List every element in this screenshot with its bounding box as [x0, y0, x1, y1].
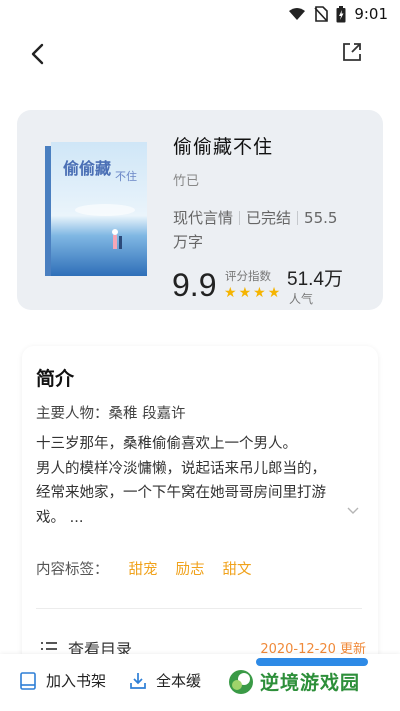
watermark: 逆境游戏园: [228, 668, 360, 695]
add-to-shelf-button[interactable]: 加入书架: [18, 670, 106, 691]
wifi-icon: [289, 8, 306, 20]
main-characters: 主要人物：桑稚 段嘉许: [36, 406, 186, 422]
book-cover[interactable]: 偷偷藏 不住: [45, 140, 149, 280]
back-arrow-icon[interactable]: [26, 42, 50, 66]
synopsis-line: 男人的模样冷淡慵懒，说起话来吊儿郎当的，: [36, 460, 326, 477]
download-icon: [130, 672, 146, 689]
status-bar: 9:01: [0, 0, 400, 28]
score-label: 评分指数: [225, 269, 271, 283]
tag-item[interactable]: 甜宠: [129, 558, 158, 579]
popularity-label: 人气: [289, 292, 314, 306]
intro-card: 简介 主要人物：桑稚 段嘉许 十三岁那年，桑稚偷偷喜欢上一个男人。 男人的模样冷…: [22, 346, 378, 676]
book-author[interactable]: 竹已: [173, 170, 199, 189]
watermark-text: 逆境游戏园: [260, 672, 361, 694]
read-now-button[interactable]: [256, 658, 368, 666]
cover-title: 偷偷藏: [63, 159, 111, 178]
book-word-count-unit: 万字: [173, 233, 204, 251]
synopsis-line: 戏。 ...: [36, 509, 84, 526]
watermark-logo-icon: [229, 669, 253, 694]
popularity-value: 51.4万: [287, 269, 343, 290]
book-word-count: 55.5: [304, 209, 338, 227]
star-icon: ★: [253, 285, 266, 301]
svg-text:不住: 不住: [115, 169, 137, 183]
expand-chevron-icon[interactable]: [346, 506, 360, 516]
star-icon: ★: [238, 285, 252, 301]
top-bar: [0, 30, 400, 78]
divider: [36, 608, 362, 609]
synopsis-line: 经常来她家，一个下午窝在她哥哥房间里打游: [36, 485, 326, 501]
book-genre: 现代言情: [173, 209, 234, 227]
no-sim-icon: [314, 6, 329, 22]
book-info-card: 偷偷藏 不住 偷偷藏不住 竹已 现代言情 已完结 55.5 万字 9.9 评分指数 ★…: [17, 110, 383, 310]
battery-icon: [336, 5, 346, 22]
book-meta: 现代言情 已完结 55.5 万字: [173, 206, 369, 254]
tag-item[interactable]: 励志: [176, 558, 205, 579]
star-rating: ★ ★ ★ ★: [224, 286, 280, 300]
tags-row: 内容标签： 甜宠 励志 甜文: [36, 558, 270, 579]
download-all-button[interactable]: 全本缓: [128, 670, 201, 691]
share-icon[interactable]: [340, 40, 364, 64]
book-status: 已完结: [246, 209, 292, 227]
download-all-label: 全本缓: [156, 672, 202, 690]
score-value: 9.9: [172, 267, 217, 303]
add-to-shelf-label: 加入书架: [46, 672, 107, 690]
book-title: 偷偷藏不住: [173, 136, 274, 158]
bookshelf-icon: [20, 671, 36, 690]
synopsis-line: 十三岁那年，桑稚偷偷喜欢上一个男人。: [36, 436, 297, 452]
tags-label: 内容标签：: [36, 562, 109, 578]
star-icon: ★: [224, 285, 237, 301]
status-time: 9:01: [354, 5, 388, 23]
intro-title: 简介: [36, 368, 75, 390]
bottom-bar: 加入书架 全本缓 逆境游戏园: [0, 654, 400, 711]
synopsis[interactable]: 十三岁那年，桑稚偷偷喜欢上一个男人。 男人的模样冷淡慵懒，说起话来吊儿郎当的， …: [36, 432, 352, 530]
star-icon: ★: [267, 285, 281, 301]
tag-item[interactable]: 甜文: [223, 558, 252, 579]
